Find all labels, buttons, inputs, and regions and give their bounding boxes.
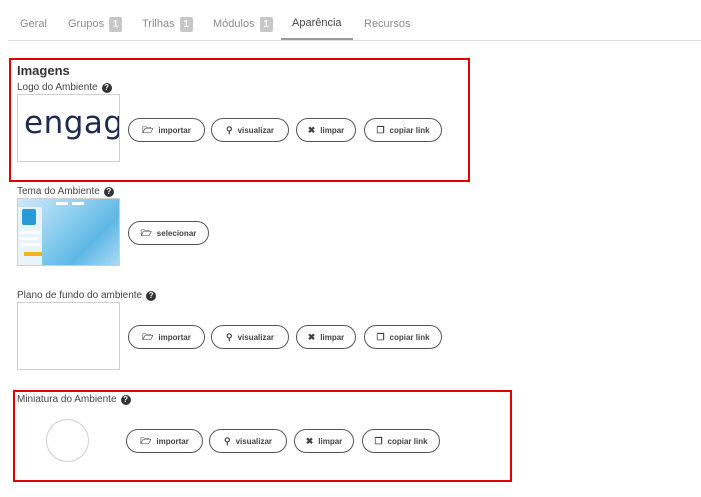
theme-bar [20,237,38,240]
search-icon: ⚲ [223,435,231,446]
avatar [22,209,36,225]
theme-bar [20,243,40,246]
folder-icon: 🗁 [142,124,154,135]
tab-trilhas[interactable]: Trilhas 1 [140,8,195,40]
logo-import-button[interactable]: 🗁 importar [128,118,205,142]
logo-image-text: engag [24,105,120,141]
background-preview [17,302,120,370]
theme-bar [56,202,68,205]
tab-label: Recursos [364,18,411,30]
count-badge: 1 [109,16,123,32]
thumbnail-clear-button[interactable]: ✖ limpar [294,429,354,453]
search-icon: ⚲ [225,331,233,342]
help-icon[interactable]: ? [120,394,131,405]
theme-bar [72,202,84,205]
tab-grupos[interactable]: Grupos 1 [66,8,124,40]
button-label: limpar [320,332,345,342]
help-icon[interactable]: ? [146,290,157,301]
logo-label: Logo do Ambiente? [17,82,112,93]
button-label: copiar link [389,332,430,342]
tab-label: Módulos [213,18,255,30]
thumbnail-view-button[interactable]: ⚲ visualizar [209,429,287,453]
folder-icon: 🗁 [142,331,154,342]
button-label: limpar [318,436,343,446]
background-label-text: Plano de fundo do ambiente [17,290,143,301]
copy-icon: ❐ [376,331,385,342]
theme-label-text: Tema do Ambiente [17,186,100,197]
button-label: visualizar [235,436,273,446]
button-label: visualizar [237,125,275,135]
theme-label: Tema do Ambiente? [17,186,114,197]
close-icon: ✖ [305,435,314,446]
search-icon: ⚲ [225,124,233,135]
thumbnail-label: Miniatura do Ambiente? [17,394,131,405]
button-label: importar [156,436,189,446]
tab-aparencia[interactable]: Aparência [281,8,353,40]
button-label: importar [158,125,191,135]
count-badge: 1 [259,16,273,32]
help-icon[interactable]: ? [101,82,112,93]
background-import-button[interactable]: 🗁 importar [128,325,205,349]
logo-label-text: Logo do Ambiente [17,82,98,93]
tab-label: Trilhas [142,18,175,30]
count-badge: 1 [179,16,193,32]
logo-clear-button[interactable]: ✖ limpar [296,118,356,142]
close-icon: ✖ [307,124,316,135]
thumbnail-label-text: Miniatura do Ambiente [17,394,117,405]
tab-modulos[interactable]: Módulos 1 [211,8,275,40]
thumbnail-copy-link-button[interactable]: ❐ copiar link [362,429,440,453]
tab-bar: Geral Grupos 1 Trilhas 1 Módulos 1 Aparênci… [8,0,701,41]
copy-icon: ❐ [376,124,385,135]
button-label: visualizar [237,332,275,342]
background-label: Plano de fundo do ambiente? [17,290,157,301]
theme-accent [24,252,42,256]
background-copy-link-button[interactable]: ❐ copiar link [364,325,442,349]
tab-recursos[interactable]: Recursos [362,8,412,40]
theme-select-button[interactable]: 🗁 selecionar [128,221,209,245]
button-label: copiar link [387,436,428,446]
button-label: copiar link [389,125,430,135]
logo-preview: engag [17,94,120,162]
close-icon: ✖ [307,331,316,342]
button-label: selecionar [156,228,197,238]
theme-bar [20,231,40,234]
logo-copy-link-button[interactable]: ❐ copiar link [364,118,442,142]
background-clear-button[interactable]: ✖ limpar [296,325,356,349]
logo-view-button[interactable]: ⚲ visualizar [211,118,289,142]
button-label: importar [158,332,191,342]
tab-label: Grupos [68,18,105,30]
section-title: Imagens [17,63,70,78]
copy-icon: ❐ [374,435,383,446]
folder-icon: 🗁 [140,227,152,238]
theme-preview [17,198,120,266]
folder-icon: 🗁 [140,435,152,446]
tab-geral[interactable]: Geral [18,8,49,40]
thumbnail-preview [46,419,89,462]
tab-label: Geral [20,18,47,30]
help-icon[interactable]: ? [103,186,114,197]
background-view-button[interactable]: ⚲ visualizar [211,325,289,349]
tab-label: Aparência [292,17,342,29]
button-label: limpar [320,125,345,135]
thumbnail-import-button[interactable]: 🗁 importar [126,429,203,453]
